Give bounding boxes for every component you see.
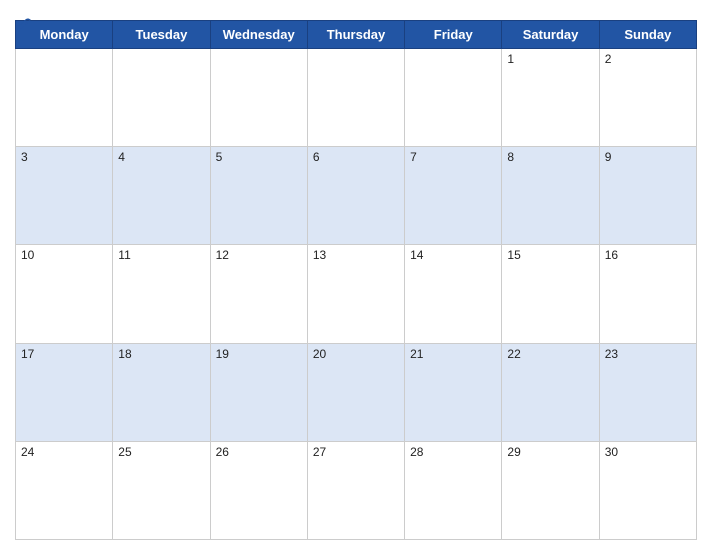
- day-number: 2: [605, 52, 612, 66]
- day-number: 8: [507, 150, 514, 164]
- logo-blue-text: [15, 14, 35, 32]
- calendar-cell: 15: [502, 245, 599, 343]
- day-number: 18: [118, 347, 131, 361]
- calendar-cell: 8: [502, 147, 599, 245]
- calendar-cell: 1: [502, 49, 599, 147]
- calendar-cell: 20: [307, 343, 404, 441]
- calendar-cell: 28: [405, 441, 502, 539]
- calendar-cell: 12: [210, 245, 307, 343]
- calendar-cell: 26: [210, 441, 307, 539]
- day-number: 14: [410, 248, 423, 262]
- weekday-friday: Friday: [405, 21, 502, 49]
- day-number: 9: [605, 150, 612, 164]
- day-number: 22: [507, 347, 520, 361]
- calendar-cell: 24: [16, 441, 113, 539]
- calendar-cell: [210, 49, 307, 147]
- calendar-row-0: 12: [16, 49, 697, 147]
- calendar-cell: 16: [599, 245, 696, 343]
- calendar-cell: 27: [307, 441, 404, 539]
- calendar-cell: 22: [502, 343, 599, 441]
- calendar-row-2: 10 11 12 13 14 15 16: [16, 245, 697, 343]
- calendar-cell: 10: [16, 245, 113, 343]
- weekday-wednesday: Wednesday: [210, 21, 307, 49]
- calendar-cell: 17: [16, 343, 113, 441]
- calendar-cell: 7: [405, 147, 502, 245]
- day-number: 19: [216, 347, 229, 361]
- day-number: 7: [410, 150, 417, 164]
- calendar-cell: 25: [113, 441, 210, 539]
- calendar-cell: 30: [599, 441, 696, 539]
- calendar-cell: [16, 49, 113, 147]
- calendar-cell: 9: [599, 147, 696, 245]
- calendar-row-3: 17 18 19 20 21 22 23: [16, 343, 697, 441]
- weekday-sunday: Sunday: [599, 21, 696, 49]
- day-number: 15: [507, 248, 520, 262]
- calendar-cell: 23: [599, 343, 696, 441]
- calendar-cell: 21: [405, 343, 502, 441]
- day-number: 10: [21, 248, 34, 262]
- day-number: 30: [605, 445, 618, 459]
- day-number: 6: [313, 150, 320, 164]
- calendar-cell: 5: [210, 147, 307, 245]
- calendar-cell: 3: [16, 147, 113, 245]
- day-number: 12: [216, 248, 229, 262]
- day-number: 3: [21, 150, 28, 164]
- day-number: 1: [507, 52, 514, 66]
- day-number: 5: [216, 150, 223, 164]
- day-number: 25: [118, 445, 131, 459]
- calendar-cell: 11: [113, 245, 210, 343]
- calendar-row-1: 3 4 5 6 7 8 9: [16, 147, 697, 245]
- day-number: 17: [21, 347, 34, 361]
- calendar-cell: [405, 49, 502, 147]
- logo: [15, 14, 35, 32]
- calendar-cell: 13: [307, 245, 404, 343]
- calendar-cell: 19: [210, 343, 307, 441]
- day-number: 20: [313, 347, 326, 361]
- weekday-tuesday: Tuesday: [113, 21, 210, 49]
- calendar-cell: 6: [307, 147, 404, 245]
- day-number: 11: [118, 248, 130, 262]
- day-number: 4: [118, 150, 125, 164]
- day-number: 23: [605, 347, 618, 361]
- day-number: 27: [313, 445, 326, 459]
- calendar-cell: 14: [405, 245, 502, 343]
- calendar-cell: 18: [113, 343, 210, 441]
- calendar-cell: 2: [599, 49, 696, 147]
- weekday-saturday: Saturday: [502, 21, 599, 49]
- calendar-cell: [307, 49, 404, 147]
- day-number: 24: [21, 445, 34, 459]
- day-number: 28: [410, 445, 423, 459]
- day-number: 26: [216, 445, 229, 459]
- calendar-cell: 29: [502, 441, 599, 539]
- day-number: 29: [507, 445, 520, 459]
- calendar-cell: 4: [113, 147, 210, 245]
- calendar-row-4: 24 25 26 27 28 29 30: [16, 441, 697, 539]
- day-number: 21: [410, 347, 423, 361]
- weekday-header-row: MondayTuesdayWednesdayThursdayFridaySatu…: [16, 21, 697, 49]
- logo-bird-icon: [15, 14, 33, 32]
- calendar-cell: [113, 49, 210, 147]
- weekday-thursday: Thursday: [307, 21, 404, 49]
- calendar-table: MondayTuesdayWednesdayThursdayFridaySatu…: [15, 20, 697, 540]
- day-number: 13: [313, 248, 326, 262]
- day-number: 16: [605, 248, 618, 262]
